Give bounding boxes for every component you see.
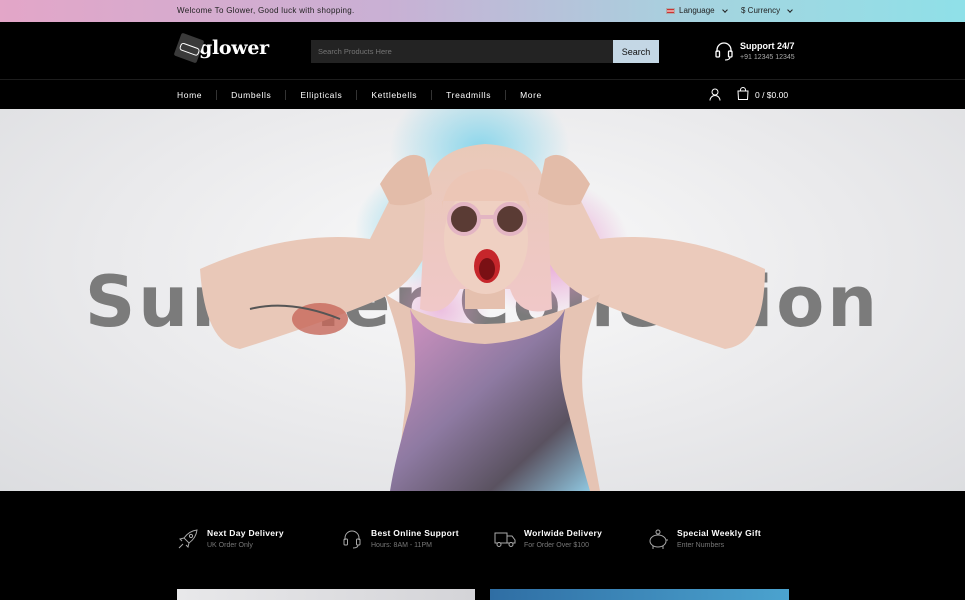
shopping-bag-icon[interactable] bbox=[737, 87, 749, 100]
nav-item-ellipticals[interactable]: Ellipticals bbox=[300, 90, 358, 100]
promo-banner-left[interactable] bbox=[177, 589, 475, 600]
search-input[interactable] bbox=[311, 40, 613, 63]
feature-subtitle: Enter Numbers bbox=[677, 542, 725, 549]
piggy-bank-icon bbox=[649, 529, 668, 549]
flag-icon bbox=[666, 7, 675, 14]
logo-text: glower bbox=[199, 37, 269, 59]
feature-subtitle: Hours: 8AM - 11PM bbox=[371, 542, 432, 549]
truck-icon bbox=[494, 532, 516, 547]
feature-subtitle: UK Order Only bbox=[207, 542, 253, 549]
support-title: Support 24/7 bbox=[740, 41, 795, 51]
feature-title: Special Weekly Gift bbox=[677, 528, 761, 538]
language-selector[interactable]: Language bbox=[666, 6, 728, 15]
welcome-message: Welcome To Glower, Good luck with shoppi… bbox=[177, 6, 355, 15]
main-nav: Home Dumbells Ellipticals Kettlebells Tr… bbox=[0, 79, 965, 109]
feature-subtitle: For Order Over $100 bbox=[524, 542, 589, 549]
user-icon[interactable] bbox=[709, 88, 721, 101]
promo-banner-right[interactable] bbox=[490, 589, 789, 600]
chevron-down-icon bbox=[721, 6, 728, 13]
nav-item-home[interactable]: Home bbox=[177, 90, 218, 100]
headset-icon bbox=[715, 42, 733, 61]
cart-total[interactable]: 0 / $0.00 bbox=[755, 90, 788, 100]
hero-model-image bbox=[200, 109, 765, 491]
site-header: glower Search Support 24/7 +91 12345 123… bbox=[0, 22, 965, 79]
features-strip: Next Day Delivery UK Order Only Best Onl… bbox=[0, 491, 965, 600]
nav-item-dumbells[interactable]: Dumbells bbox=[231, 90, 287, 100]
nav-item-kettlebells[interactable]: Kettlebells bbox=[371, 90, 433, 100]
nav-item-more[interactable]: More bbox=[520, 90, 556, 100]
search-button[interactable]: Search bbox=[613, 40, 659, 63]
feature-title: Next Day Delivery bbox=[207, 528, 284, 538]
nav-item-treadmills[interactable]: Treadmills bbox=[446, 90, 507, 100]
hero-banner[interactable]: Summer Collection bbox=[0, 109, 965, 491]
headset-icon bbox=[343, 530, 361, 549]
logo[interactable]: glower bbox=[173, 32, 269, 64]
currency-label: $ Currency bbox=[741, 6, 781, 15]
rocket-icon bbox=[178, 529, 198, 549]
language-label: Language bbox=[679, 6, 715, 15]
support-phone: +91 12345 12345 bbox=[740, 54, 795, 61]
feature-title: Best Online Support bbox=[371, 528, 459, 538]
feature-title: Worlwide Delivery bbox=[524, 528, 603, 538]
currency-selector[interactable]: $ Currency bbox=[741, 6, 793, 15]
top-bar: Welcome To Glower, Good luck with shoppi… bbox=[0, 0, 965, 22]
chevron-down-icon bbox=[787, 6, 793, 13]
